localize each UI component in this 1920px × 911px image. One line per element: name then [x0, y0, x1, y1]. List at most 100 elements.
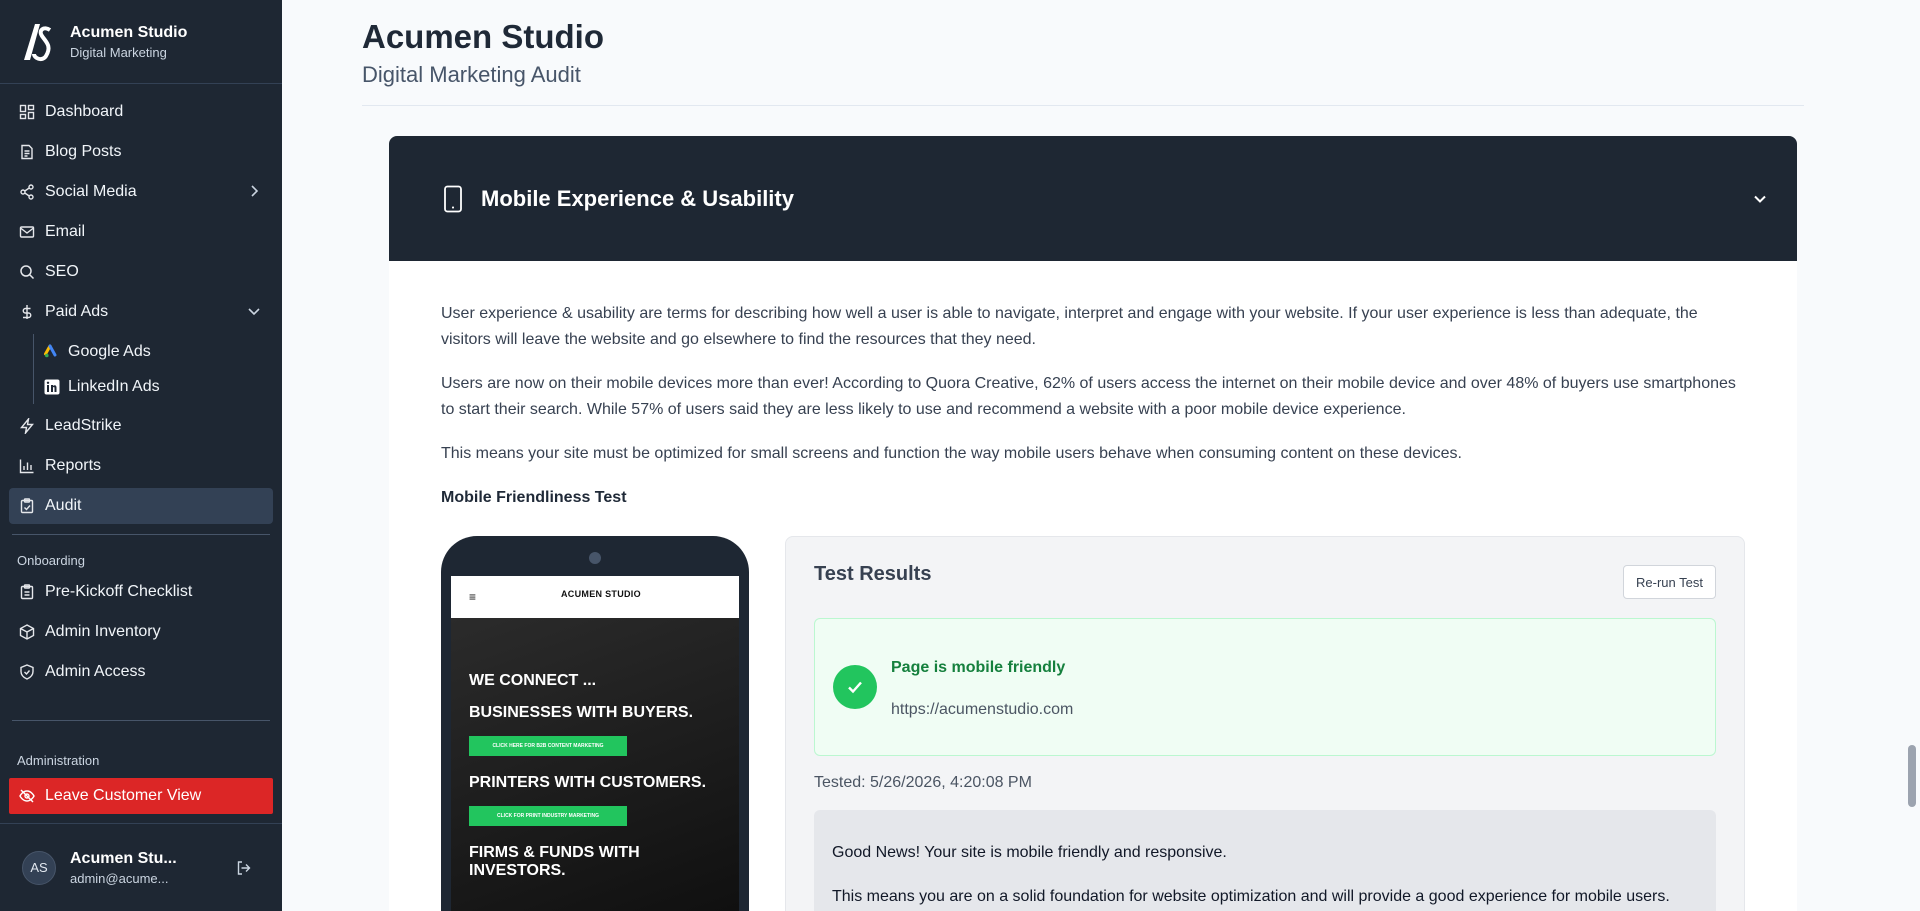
nav-admin-inventory[interactable]: Admin Inventory — [9, 614, 273, 650]
nav-email[interactable]: Email — [9, 214, 273, 250]
page-subtitle: Digital Marketing Audit — [362, 62, 581, 87]
logout-icon[interactable] — [236, 860, 252, 876]
brand-subtitle: Digital Marketing — [70, 44, 167, 60]
brand[interactable]: Acumen Studio Digital Marketing — [0, 0, 282, 84]
preview-line: PRINTERS WITH CUSTOMERS. — [469, 774, 707, 791]
onboarding-nav: Pre-Kickoff Checklist Admin Inventory Ad… — [0, 574, 282, 690]
optimization-paragraph: This means your site must be optimized f… — [441, 445, 1462, 462]
tested-timestamp: Tested: 5/26/2026, 4:20:08 PM — [814, 774, 1032, 791]
nav-reports[interactable]: Reports — [9, 448, 273, 484]
mobile-experience-card: Mobile Experience & Usability User exper… — [389, 136, 1797, 911]
page-header: Acumen Studio Digital Marketing Audit — [362, 18, 604, 88]
phone-preview: ≡ ACUMEN STUDIO WE CONNECT ... BUSINESSE… — [441, 536, 749, 911]
hamburger-icon: ≡ — [469, 590, 477, 604]
chevron-right-icon — [251, 185, 259, 197]
google-ads-icon — [44, 344, 60, 360]
user-name: Acumen Stu... — [70, 849, 177, 867]
nav-leadstrike-label: LeadStrike — [45, 417, 122, 434]
nav-audit[interactable]: Audit — [9, 488, 273, 524]
nav-email-label: Email — [45, 223, 86, 240]
preview-hero: WE CONNECT ... BUSINESSES WITH BUYERS. C… — [451, 618, 739, 911]
phone-screen: ≡ ACUMEN STUDIO WE CONNECT ... BUSINESSE… — [451, 576, 739, 911]
nav-paid-ads-label: Paid Ads — [45, 303, 109, 320]
eye-off-icon — [19, 788, 35, 804]
success-box: Page is mobile friendly https://acumenst… — [814, 618, 1716, 756]
nav-audit-label: Audit — [45, 497, 82, 514]
section-header[interactable]: Mobile Experience & Usability — [389, 136, 1797, 261]
nav-social-media-label: Social Media — [45, 183, 137, 200]
preview-line: WE CONNECT ... — [469, 672, 597, 689]
nav-blog-posts-label: Blog Posts — [45, 143, 122, 160]
leave-customer-view-button[interactable]: Leave Customer View — [9, 778, 273, 814]
nav-dashboard-label: Dashboard — [45, 103, 124, 120]
main-content: Acumen Studio Digital Marketing Audit Mo… — [282, 0, 1920, 911]
nav-linkedin-ads-label: LinkedIn Ads — [68, 377, 160, 395]
dollar-icon — [19, 304, 35, 320]
share-icon — [19, 184, 35, 200]
header-divider — [362, 105, 1804, 106]
grid-icon — [19, 104, 35, 120]
mail-icon — [19, 224, 35, 240]
tested-url: https://acumenstudio.com — [891, 701, 1074, 718]
chevron-down-icon — [248, 308, 260, 316]
preview-cta: CLICK HERE FOR B2B CONTENT MARKETING — [469, 736, 627, 756]
avatar: AS — [22, 850, 56, 885]
nav-seo[interactable]: SEO — [9, 254, 273, 290]
paid-ads-submenu: Google Ads LinkedIn Ads — [33, 334, 273, 404]
nav-pre-kickoff-label: Pre-Kickoff Checklist — [45, 583, 193, 600]
package-icon — [19, 624, 35, 640]
sidebar-divider — [12, 720, 270, 721]
results-title: Test Results — [814, 563, 932, 585]
preview-navbar: ≡ ACUMEN STUDIO — [451, 576, 739, 618]
good-news-box: Good News! Your site is mobile friendly … — [814, 810, 1716, 911]
nav-social-media[interactable]: Social Media — [9, 174, 273, 210]
acumen-logo-icon — [24, 23, 52, 61]
nav-google-ads[interactable]: Google Ads — [44, 334, 273, 369]
nav-pre-kickoff-checklist[interactable]: Pre-Kickoff Checklist — [9, 574, 273, 610]
rerun-test-button[interactable]: Re-run Test — [1623, 565, 1716, 599]
search-icon — [19, 264, 35, 280]
linkedin-icon — [44, 379, 60, 395]
sidebar-divider — [12, 534, 270, 535]
bolt-icon — [19, 418, 35, 434]
nav-dashboard[interactable]: Dashboard — [9, 94, 273, 130]
section-title: Mobile Experience & Usability — [481, 185, 794, 211]
stats-paragraph: Users are now on their mobile devices mo… — [441, 375, 1736, 418]
nav-admin-inventory-label: Admin Inventory — [45, 623, 161, 640]
page-scrollbar[interactable] — [1908, 745, 1916, 807]
nav-admin-access[interactable]: Admin Access — [9, 654, 273, 690]
nav-leadstrike[interactable]: LeadStrike — [9, 408, 273, 444]
preview-line: BUSINESSES WITH BUYERS. — [469, 704, 694, 721]
nav-linkedin-ads[interactable]: LinkedIn Ads — [44, 369, 273, 404]
nav-paid-ads[interactable]: Paid Ads — [9, 294, 273, 330]
nav-seo-label: SEO — [45, 263, 79, 280]
nav-blog-posts[interactable]: Blog Posts — [9, 134, 273, 170]
brand-name: Acumen Studio — [70, 23, 188, 41]
page-title: Acumen Studio — [362, 18, 605, 55]
test-results-panel: Test Results Re-run Test Page is mobile … — [785, 536, 1745, 911]
user-email: admin@acume... — [70, 870, 169, 886]
check-circle-icon — [833, 665, 877, 709]
intro-paragraph: User experience & usability are terms fo… — [441, 305, 1698, 348]
nav-admin-access-label: Admin Access — [45, 663, 146, 680]
sidebar: Acumen Studio Digital Marketing Dashboar… — [0, 0, 282, 911]
nav-google-ads-label: Google Ads — [68, 342, 151, 360]
nav-reports-label: Reports — [45, 457, 102, 474]
good-news-body: This means you are on a solid foundation… — [832, 888, 1670, 905]
good-news-title: Good News! Your site is mobile friendly … — [832, 844, 1227, 861]
clipboard-list-icon — [19, 584, 35, 600]
document-icon — [19, 144, 35, 160]
preview-brand: ACUMEN STUDIO — [561, 589, 641, 599]
camera-dot — [589, 552, 601, 564]
preview-line: FIRMS & FUNDS WITH INVESTORS. — [469, 844, 640, 879]
leave-customer-view-label: Leave Customer View — [45, 787, 202, 804]
main-nav: Dashboard Blog Posts Social Media Email … — [0, 84, 282, 524]
section-body: User experience & usability are terms fo… — [389, 261, 1797, 551]
shield-check-icon — [19, 664, 35, 680]
onboarding-label: Onboarding — [17, 553, 85, 568]
smartphone-icon — [444, 185, 462, 212]
administration-label: Administration — [17, 753, 100, 768]
user-profile[interactable]: AS Acumen Stu... admin@acume... — [0, 823, 282, 911]
chevron-down-icon[interactable] — [1751, 190, 1769, 208]
bar-chart-icon — [19, 458, 35, 474]
